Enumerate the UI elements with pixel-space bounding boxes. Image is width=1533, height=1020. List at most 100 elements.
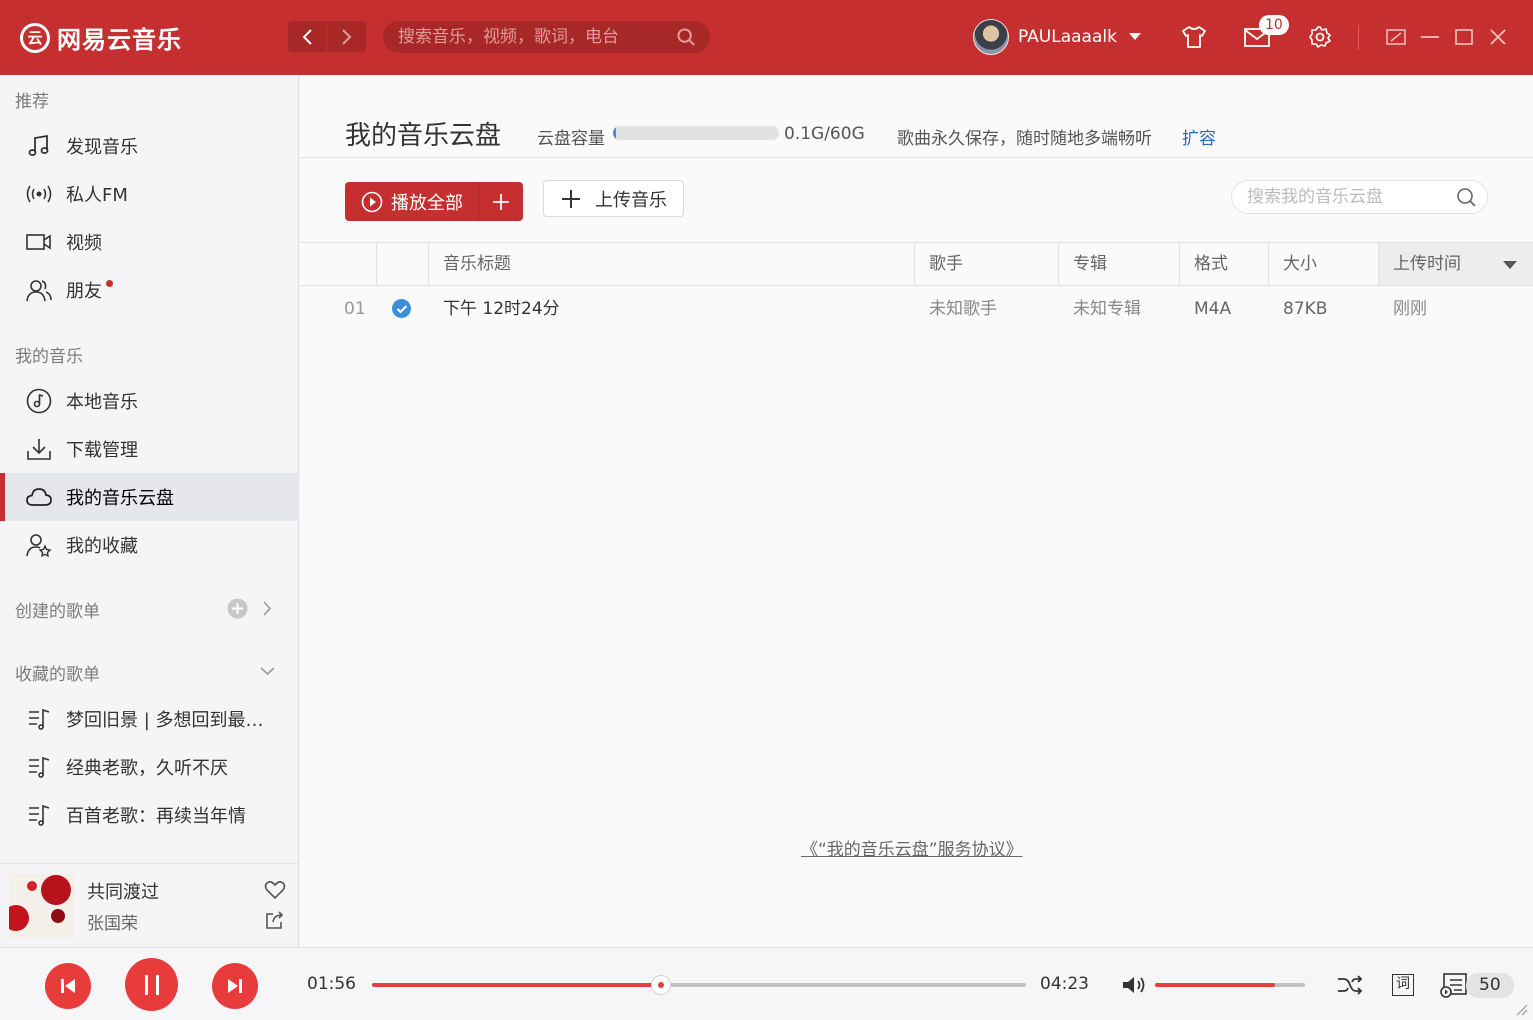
column-header-format[interactable]: 格式 [1179,243,1268,285]
share-icon[interactable] [265,910,285,930]
heart-icon[interactable] [264,880,286,900]
avatar[interactable] [973,19,1009,55]
sidebar-item-fm[interactable]: 私人FM [0,170,299,218]
mini-mode-button[interactable] [1381,22,1411,52]
sidebar-item-playlist[interactable]: 百首老歌：再续当年情 [0,791,299,839]
lyrics-button[interactable]: 词 [1388,970,1418,1000]
player-bar: 01:56 04:23 词 50 [0,947,1533,1020]
sidebar-item-friends[interactable]: 朋友 [0,266,299,314]
play-all-label: 播放全部 [391,192,463,214]
row-upload-time: 刚刚 [1393,299,1427,319]
back-button[interactable] [288,21,327,52]
cloud-search-input[interactable] [1247,187,1447,207]
settings-button[interactable] [1305,22,1335,52]
sidebar-item-discover[interactable]: 发现音乐 [0,122,299,170]
row-album[interactable]: 未知专辑 [1073,287,1141,331]
sidebar-item-cloud-drive[interactable]: 我的音乐云盘 [0,473,299,521]
row-artist[interactable]: 未知歌手 [929,287,997,331]
upload-label: 上传音乐 [595,189,667,211]
gear-icon [1309,26,1331,48]
sidebar-item-local-music[interactable]: 本地音乐 [0,377,299,425]
created-playlists-title: 创建的歌单 [15,602,100,622]
column-header-upload-time[interactable]: 上传时间 [1378,243,1533,285]
table-row[interactable]: 01 下午 12时24分 未知歌手 未知专辑 M4A 87KB 刚刚 [300,287,1533,331]
column-header-size[interactable]: 大小 [1268,243,1378,285]
next-button[interactable] [212,963,258,1009]
column-header-artist[interactable]: 歌手 [914,243,1058,285]
sidebar-item-label: 百首老歌：再续当年情 [66,806,246,827]
play-all-button[interactable]: 播放全部 [345,182,479,221]
sidebar-item-collection[interactable]: 我的收藏 [0,521,299,569]
row-title[interactable]: 下午 12时24分 [443,287,560,331]
chevron-down-icon[interactable] [259,666,276,676]
caret-down-icon[interactable] [1128,33,1141,41]
global-search [383,21,710,53]
next-icon [228,979,242,993]
add-playlist-icon[interactable] [227,598,248,619]
playlist-button[interactable] [1439,970,1469,1000]
skin-button[interactable] [1179,22,1209,52]
user-menu[interactable]: PAULaaaalk [973,19,1141,55]
shuffle-button[interactable] [1335,970,1365,1000]
page-title: 我的音乐云盘 [345,121,502,151]
app-logo[interactable]: 云 网易云音乐 [20,20,182,55]
playlist-queue-icon [1440,973,1467,998]
divider [300,157,1533,158]
search-input[interactable] [398,27,668,47]
sort-desc-icon[interactable] [1503,261,1517,269]
sidebar-item-downloads[interactable]: 下载管理 [0,425,299,473]
sidebar-item-label: 私人FM [66,185,128,206]
progress-handle[interactable] [651,975,672,995]
column-header-title[interactable]: 音乐标题 [428,243,914,285]
music-note-icon [26,133,52,159]
sidebar-item-label: 发现音乐 [66,137,138,158]
sidebar-item-label: 下载管理 [66,440,138,461]
chevron-left-icon [302,28,312,45]
column-header-check [376,243,428,285]
row-format: M4A [1194,299,1232,319]
add-all-button[interactable] [479,182,522,221]
username[interactable]: PAULaaaalk [1018,27,1117,47]
previous-button[interactable] [45,963,91,1009]
search-icon[interactable] [677,28,696,47]
forward-button[interactable] [327,21,366,52]
album-cover[interactable] [9,873,75,939]
playlist-icon [26,754,52,780]
now-playing-artist[interactable]: 张国荣 [87,909,138,934]
header-divider [1358,25,1359,50]
chevron-right-icon[interactable] [262,600,272,617]
now-playing-song[interactable]: 共同渡过 [87,878,159,904]
resize-grip-icon[interactable] [1514,1002,1528,1016]
column-header-album[interactable]: 专辑 [1058,243,1179,285]
lyrics-icon: 词 [1392,974,1414,996]
capacity-bar [613,126,779,140]
table-header: 音乐标题 歌手 专辑 格式 大小 上传时间 [300,242,1533,286]
playlist-icon [26,706,52,732]
service-agreement-link[interactable]: 《“我的音乐云盘”服务协议》 [801,835,1023,860]
recommend-section-title: 推荐 [15,92,49,112]
checked-icon[interactable] [392,299,411,318]
maximize-button[interactable] [1449,22,1479,52]
minimize-button[interactable] [1415,22,1445,52]
sidebar-item-playlist[interactable]: 经典老歌，久听不厌 [0,743,299,791]
row-index: 01 [344,299,366,319]
collected-playlists-title: 收藏的歌单 [15,665,100,685]
pause-button[interactable] [125,958,178,1011]
volume-track[interactable] [1155,983,1305,987]
capacity-fill [613,126,617,140]
sidebar-item-playlist[interactable]: 梦回旧景 | 多想回到最初的模样 [0,695,299,743]
upload-button[interactable]: 上传音乐 [543,180,684,217]
radio-icon [26,181,52,207]
play-all-group: 播放全部 [345,182,523,221]
search-icon[interactable] [1456,187,1477,208]
logo-icon: 云 [20,22,50,53]
progress-track[interactable] [372,975,1026,995]
expand-link[interactable]: 扩容 [1182,124,1216,149]
message-count-badge: 10 [1259,15,1289,35]
previous-icon [61,979,75,993]
history-nav [288,21,366,52]
local-music-icon [26,388,52,414]
volume-button[interactable] [1119,970,1149,1000]
sidebar-item-video[interactable]: 视频 [0,218,299,266]
close-button[interactable] [1483,22,1513,52]
